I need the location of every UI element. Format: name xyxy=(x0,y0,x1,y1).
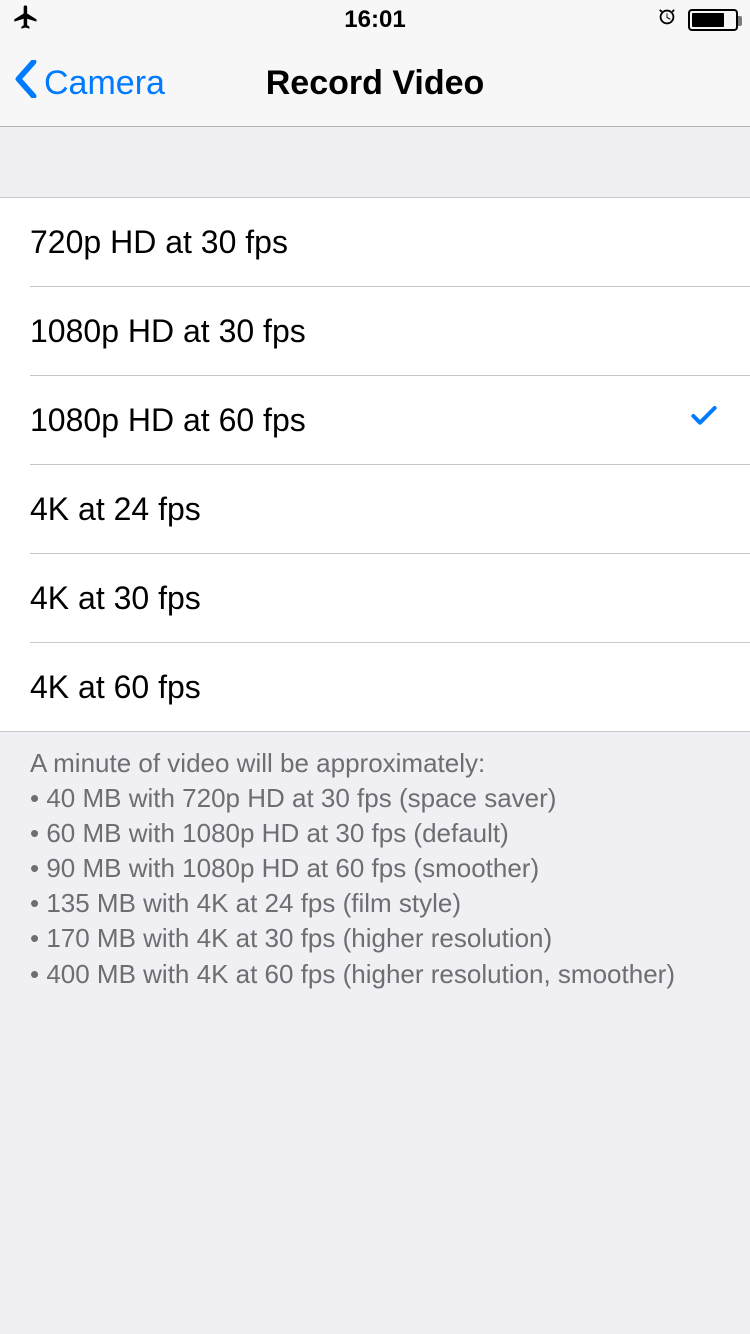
clock: 16:01 xyxy=(344,6,405,34)
option-label: 1080p HD at 60 fps xyxy=(30,402,306,439)
checkmark-icon xyxy=(688,400,720,440)
status-left xyxy=(12,3,40,38)
page-title: Record Video xyxy=(266,64,485,103)
footer-line: 135 MB with 4K at 24 fps (film style) xyxy=(30,886,720,921)
option-4k-30[interactable]: 4K at 30 fps xyxy=(0,554,750,642)
status-right xyxy=(656,6,738,35)
option-label: 4K at 60 fps xyxy=(30,669,201,706)
footer-intro: A minute of video will be approximately: xyxy=(30,746,720,781)
footer-line: 40 MB with 720p HD at 30 fps (space save… xyxy=(30,781,720,816)
airplane-mode-icon xyxy=(12,3,40,38)
alarm-icon xyxy=(656,6,678,35)
chevron-left-icon xyxy=(14,60,38,107)
footer-note: A minute of video will be approximately:… xyxy=(0,732,750,992)
battery-icon xyxy=(688,9,738,31)
option-720p-30[interactable]: 720p HD at 30 fps xyxy=(0,198,750,286)
group-spacer xyxy=(0,127,750,197)
option-label: 4K at 30 fps xyxy=(30,580,201,617)
option-1080p-60[interactable]: 1080p HD at 60 fps xyxy=(0,376,750,464)
status-bar: 16:01 xyxy=(0,0,750,40)
option-label: 1080p HD at 30 fps xyxy=(30,313,306,350)
footer-line: 400 MB with 4K at 60 fps (higher resolut… xyxy=(30,957,720,992)
video-options-list: 720p HD at 30 fps 1080p HD at 30 fps 108… xyxy=(0,197,750,732)
option-4k-24[interactable]: 4K at 24 fps xyxy=(0,465,750,553)
option-label: 720p HD at 30 fps xyxy=(30,224,288,261)
nav-bar: Camera Record Video xyxy=(0,40,750,127)
option-4k-60[interactable]: 4K at 60 fps xyxy=(0,643,750,731)
footer-line: 60 MB with 1080p HD at 30 fps (default) xyxy=(30,816,720,851)
option-label: 4K at 24 fps xyxy=(30,491,201,528)
footer-line: 170 MB with 4K at 30 fps (higher resolut… xyxy=(30,921,720,956)
footer-line: 90 MB with 1080p HD at 60 fps (smoother) xyxy=(30,851,720,886)
back-label: Camera xyxy=(44,64,165,103)
back-button[interactable]: Camera xyxy=(0,60,165,107)
status-time: 16:01 xyxy=(344,6,405,33)
option-1080p-30[interactable]: 1080p HD at 30 fps xyxy=(0,287,750,375)
